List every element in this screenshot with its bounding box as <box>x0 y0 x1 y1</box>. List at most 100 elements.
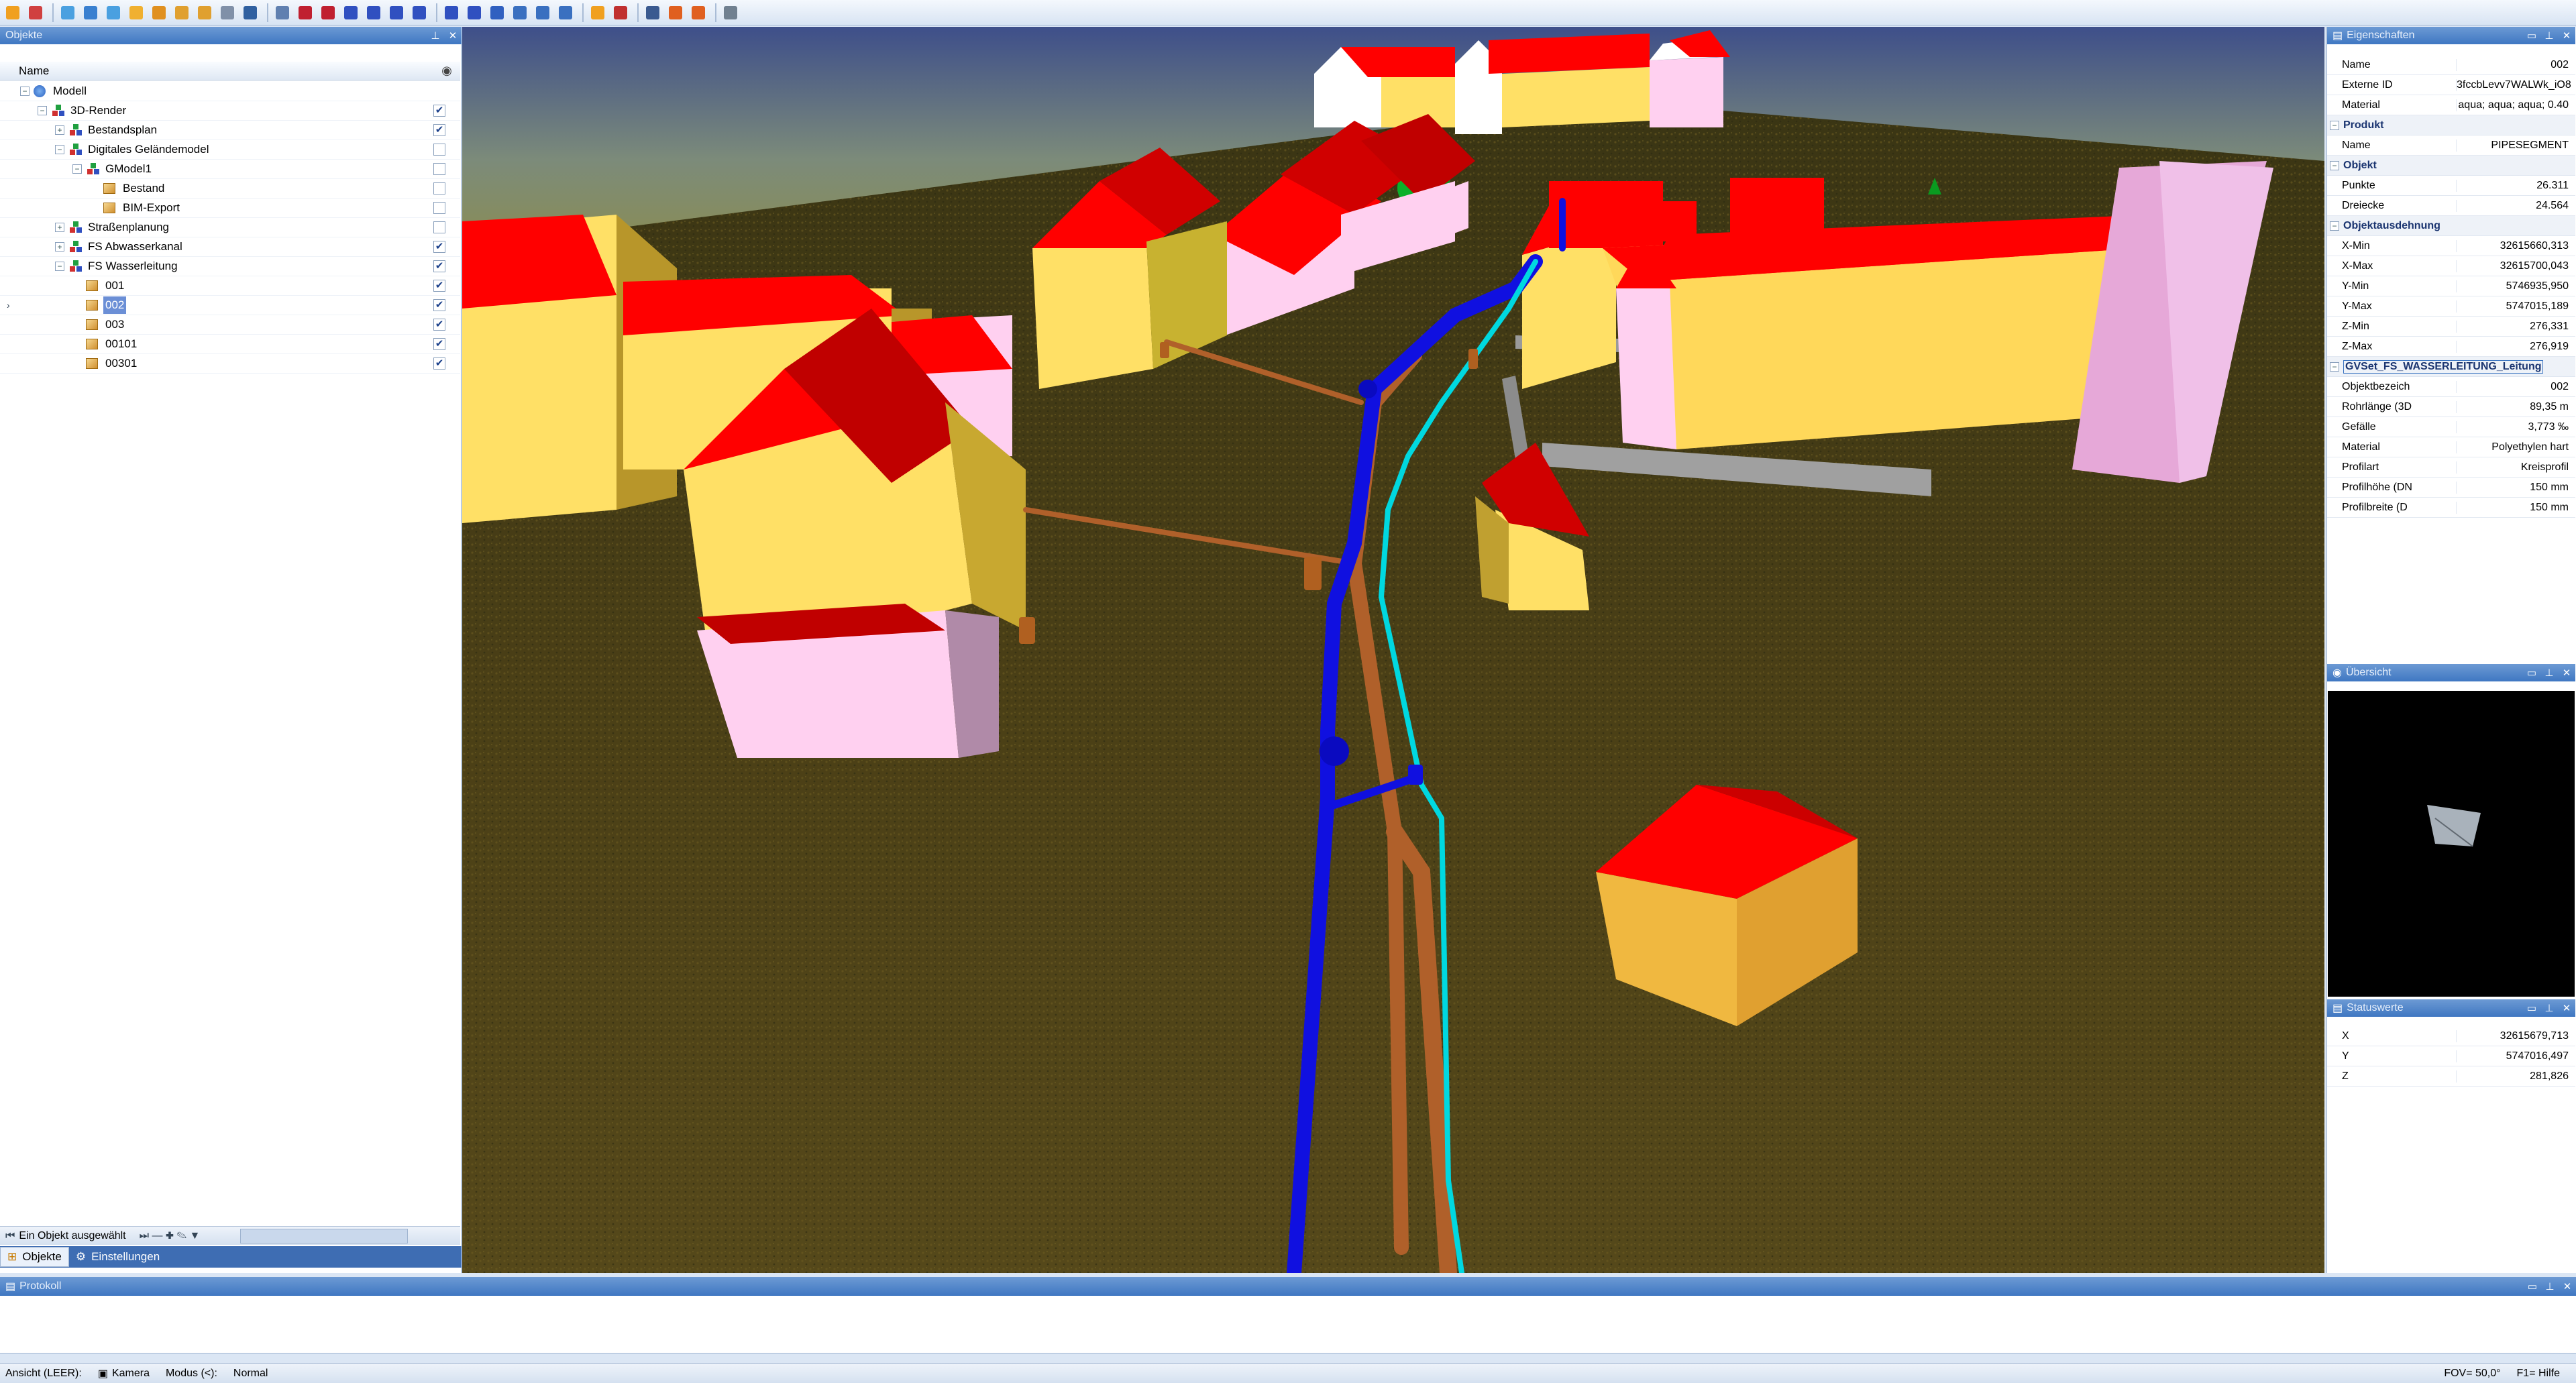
visibility-checkbox[interactable]: ✔ <box>433 319 445 331</box>
terrain-icon[interactable] <box>533 3 553 23</box>
link-icon[interactable] <box>720 3 741 23</box>
expand-toggle[interactable]: − <box>72 164 82 174</box>
property-row[interactable]: Z 281,826 <box>2327 1066 2575 1087</box>
cube-blue-icon[interactable] <box>441 3 462 23</box>
property-row[interactable]: Profilart Kreisprofil <box>2327 457 2575 478</box>
cube-blue-icon[interactable] <box>341 3 361 23</box>
expand-toggle[interactable]: + <box>55 242 64 252</box>
table-icon[interactable] <box>272 3 292 23</box>
pin-icon[interactable]: ⊥ <box>2541 1280 2559 1292</box>
pin-icon[interactable]: ⊥ <box>2540 1002 2558 1014</box>
property-row[interactable]: Y-Max 5747015,189 <box>2327 296 2575 317</box>
property-row[interactable]: Profilbreite (D 150 mm <box>2327 498 2575 518</box>
expand-toggle[interactable]: − <box>55 145 64 154</box>
zoom-icon[interactable] <box>149 3 169 23</box>
collapse-toggle[interactable]: − <box>2330 362 2339 372</box>
expand-toggle[interactable]: + <box>55 223 64 232</box>
open-icon[interactable] <box>3 3 23 23</box>
property-row[interactable]: Y-Min 5746935,950 <box>2327 276 2575 296</box>
property-row[interactable]: Dreiecke 24.564 <box>2327 196 2575 216</box>
property-category[interactable]: − GVSet_FS_WASSERLEITUNG_Leitung <box>2327 357 2575 377</box>
nav-buttons[interactable]: ⏭ — ✚ ✎ ▼ <box>140 1230 201 1242</box>
minimize-icon[interactable]: ▭ <box>2524 1280 2541 1292</box>
property-row[interactable]: X-Min 32615660,313 <box>2327 236 2575 256</box>
pin-icon[interactable]: ⊥ <box>427 30 444 42</box>
cube-red-icon[interactable] <box>295 3 315 23</box>
tab-objekte[interactable]: ⊞ Objekte <box>0 1247 69 1267</box>
filter-box[interactable] <box>240 1228 409 1243</box>
kamera-value[interactable]: Kamera <box>112 1368 150 1380</box>
visibility-checkbox[interactable]: ✔ <box>433 260 445 272</box>
tree-row[interactable]: BIM-Export <box>0 199 460 218</box>
layers-icon[interactable] <box>195 3 215 23</box>
property-row[interactable]: Name PIPESEGMENT <box>2327 135 2575 156</box>
collapse-toggle[interactable]: − <box>2330 221 2339 231</box>
close-icon[interactable]: ✕ <box>2559 1280 2576 1292</box>
property-row[interactable]: Z-Max 276,919 <box>2327 337 2575 357</box>
visibility-checkbox[interactable]: ✔ <box>433 299 445 311</box>
tree-row[interactable]: − 3D-Render ✔ <box>0 101 460 121</box>
pan-icon[interactable] <box>103 3 123 23</box>
close-icon[interactable]: ✕ <box>2558 667 2575 679</box>
property-row[interactable]: Material aqua; aqua; aqua; 0.40 <box>2327 95 2575 115</box>
tree-row[interactable]: + FS Abwasserkanal ✔ <box>0 237 460 257</box>
tree-row[interactable]: 00301 ✔ <box>0 354 460 374</box>
tree-row[interactable]: + Straßenplanung <box>0 218 460 237</box>
expand-toggle[interactable]: − <box>55 262 64 271</box>
nav-first-icon[interactable]: ⏮ <box>5 1230 15 1242</box>
property-row[interactable]: Gefälle 3,773 ‰ <box>2327 417 2575 437</box>
tab-einstellungen[interactable]: ⚙ Einstellungen <box>69 1247 166 1267</box>
tree-row[interactable]: + Bestandsplan ✔ <box>0 121 460 140</box>
tree-row[interactable]: − GModel1 <box>0 160 460 179</box>
expand-toggle[interactable]: − <box>20 87 30 96</box>
tree-row[interactable]: › 002 ✔ <box>0 296 460 315</box>
frame-icon[interactable] <box>464 3 484 23</box>
chart-icon[interactable] <box>588 3 608 23</box>
close-icon[interactable]: ✕ <box>444 30 462 42</box>
tree-row[interactable]: − Modell <box>0 82 460 101</box>
tree-column-header[interactable]: Name ◉ <box>0 62 460 80</box>
overview-map[interactable] <box>2328 691 2575 997</box>
property-row[interactable]: Profilhöhe (DN 150 mm <box>2327 478 2575 498</box>
hazard-icon[interactable] <box>665 3 686 23</box>
pin-icon[interactable]: ⊥ <box>2540 30 2558 42</box>
property-row[interactable]: Y 5747016,497 <box>2327 1046 2575 1066</box>
eye-icon[interactable] <box>172 3 192 23</box>
close-icon[interactable]: ✕ <box>2558 30 2575 42</box>
close-icon[interactable]: ✕ <box>2558 1002 2575 1014</box>
tree-row[interactable]: Bestand <box>0 179 460 199</box>
property-row[interactable]: Material Polyethylen hart <box>2327 437 2575 457</box>
tree-row[interactable]: − FS Wasserleitung ✔ <box>0 257 460 276</box>
select-icon[interactable] <box>58 3 78 23</box>
hazard-icon[interactable] <box>688 3 708 23</box>
property-row[interactable]: X 32615679,713 <box>2327 1026 2575 1046</box>
minimize-icon[interactable]: ▭ <box>2523 30 2540 42</box>
pin-icon[interactable]: ⊥ <box>2540 667 2558 679</box>
tree-row[interactable]: 001 ✔ <box>0 276 460 296</box>
visibility-checkbox[interactable] <box>433 221 445 233</box>
property-category[interactable]: − Objekt <box>2327 156 2575 176</box>
visibility-checkbox[interactable] <box>433 144 445 156</box>
visibility-checkbox[interactable] <box>433 163 445 175</box>
move-icon[interactable] <box>80 3 101 23</box>
cube-red-icon[interactable] <box>318 3 338 23</box>
cube-blue-icon[interactable] <box>364 3 384 23</box>
visibility-checkbox[interactable]: ✔ <box>433 241 445 253</box>
cube-blue-icon[interactable] <box>409 3 429 23</box>
visibility-checkbox[interactable]: ✔ <box>433 357 445 370</box>
visibility-checkbox[interactable]: ✔ <box>433 280 445 292</box>
hilfe-value[interactable]: F1= Hilfe <box>2517 1368 2560 1380</box>
grid-icon[interactable] <box>217 3 237 23</box>
normal-value[interactable]: Normal <box>233 1368 268 1380</box>
tree-row[interactable]: 00101 ✔ <box>0 335 460 354</box>
protokoll-log-area[interactable] <box>0 1296 2576 1353</box>
tree-row[interactable]: 003 ✔ <box>0 315 460 335</box>
expand-toggle[interactable]: − <box>38 106 47 115</box>
property-row[interactable]: Z-Min 276,331 <box>2327 317 2575 337</box>
tree-row[interactable]: − Digitales Geländemodel <box>0 140 460 160</box>
visibility-eye-icon[interactable]: ◉ <box>433 64 460 78</box>
cube-blue-icon[interactable] <box>386 3 407 23</box>
property-row[interactable]: Punkte 26.311 <box>2327 176 2575 196</box>
minimize-icon[interactable]: ▭ <box>2523 1002 2540 1014</box>
axes-icon[interactable] <box>487 3 507 23</box>
